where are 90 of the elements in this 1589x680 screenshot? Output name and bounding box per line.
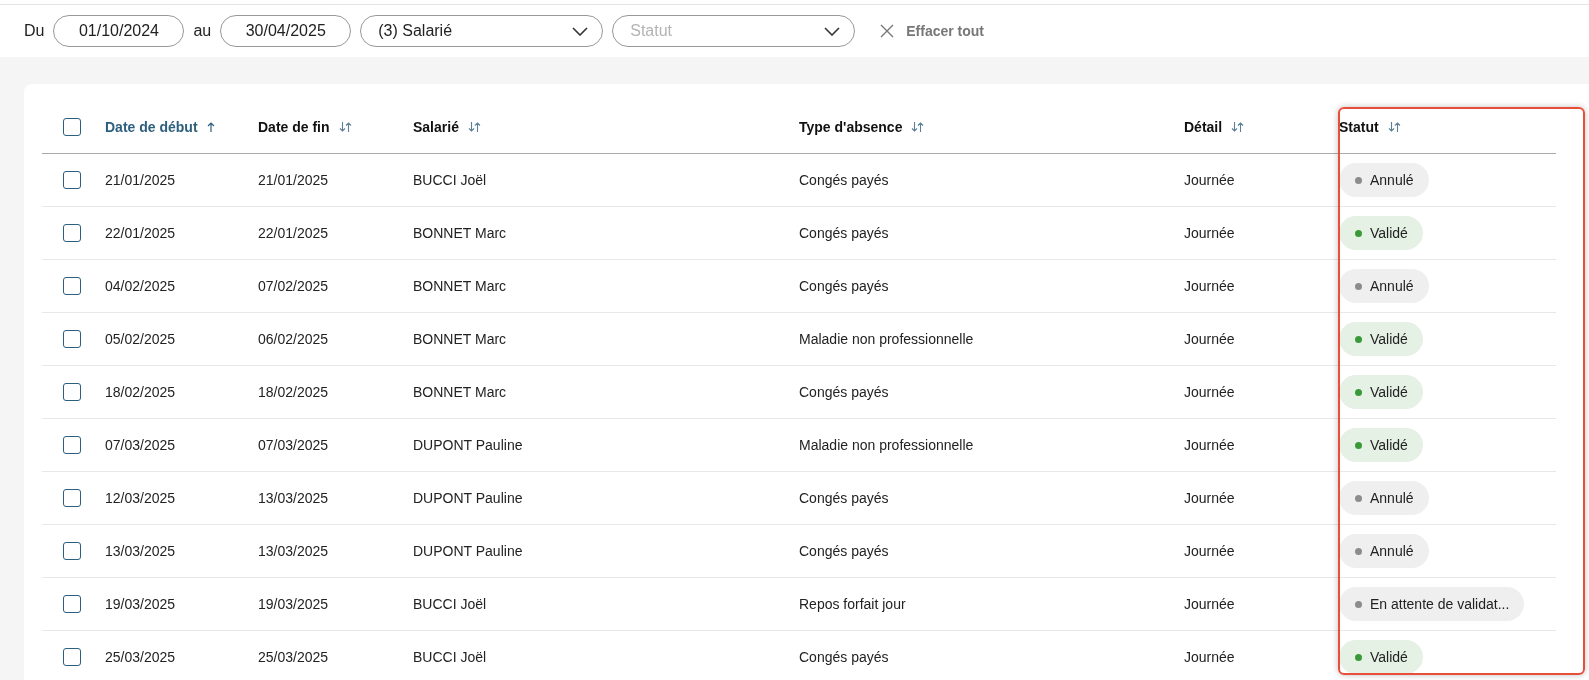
table-cell: Journée: [1184, 437, 1235, 453]
table-cell: 25/03/2025: [258, 649, 329, 665]
status-badge: Annulé: [1339, 534, 1429, 568]
column-header[interactable]: Statut: [1339, 119, 1379, 135]
table-cell: 19/03/2025: [258, 596, 329, 612]
sort-icon: [1387, 122, 1401, 132]
table-cell: BONNET Marc: [413, 278, 507, 294]
table-cell: 06/02/2025: [258, 331, 329, 347]
sort-icon: [338, 122, 352, 132]
checkbox[interactable]: [62, 277, 81, 295]
table-cell: Congés payés: [799, 172, 889, 188]
table-cell: 13/03/2025: [105, 543, 176, 559]
status-badge: Validé: [1339, 428, 1423, 462]
table-cell: Journée: [1184, 490, 1235, 506]
table-cell: 19/03/2025: [105, 596, 176, 612]
table-cell: 07/03/2025: [258, 437, 329, 453]
table-cell: Journée: [1184, 278, 1235, 294]
table-cell: BUCCI Joël: [413, 172, 487, 188]
checkbox[interactable]: [62, 542, 81, 560]
table-cell: BUCCI Joël: [413, 596, 487, 612]
arrow-up-icon: [206, 122, 215, 132]
status-badge: Validé: [1339, 216, 1423, 250]
table-cell: DUPONT Pauline: [413, 543, 523, 559]
table-cell: Repos forfait jour: [799, 596, 906, 612]
checkbox[interactable]: [62, 648, 81, 666]
table-cell: Journée: [1184, 384, 1235, 400]
column-header[interactable]: Salarié: [413, 119, 459, 135]
checkbox[interactable]: [62, 383, 81, 401]
select-placeholder: Statut: [630, 22, 673, 40]
status-badge: Validé: [1339, 640, 1423, 674]
table-cell: Congés payés: [799, 490, 889, 506]
column-header[interactable]: Type d'absence: [799, 119, 903, 135]
checkbox[interactable]: [62, 118, 81, 136]
table-cell: Journée: [1184, 331, 1235, 347]
checkbox[interactable]: [62, 489, 81, 507]
table-cell: 18/02/2025: [105, 384, 176, 400]
table-cell: Congés payés: [799, 225, 889, 241]
table-cell: Journée: [1184, 543, 1235, 559]
table-cell: Congés payés: [799, 278, 889, 294]
table-cell: 13/03/2025: [258, 490, 329, 506]
sort-icon: [1231, 122, 1245, 132]
close-icon: [880, 24, 895, 38]
sort-icon: [911, 122, 925, 132]
status-badge: Validé: [1339, 375, 1423, 409]
table-cell: Journée: [1184, 649, 1235, 665]
column-header[interactable]: Date de fin: [258, 119, 330, 135]
table-cell: 25/03/2025: [105, 649, 176, 665]
table-cell: 21/01/2025: [258, 172, 329, 188]
chevron-down-icon: [572, 26, 589, 36]
checkbox[interactable]: [62, 330, 81, 348]
table-cell: 22/01/2025: [105, 225, 176, 241]
table-cell: BUCCI Joël: [413, 649, 487, 665]
chevron-down-icon: [824, 26, 841, 36]
table-cell: 21/01/2025: [105, 172, 176, 188]
table-cell: Congés payés: [799, 543, 889, 559]
checkbox[interactable]: [62, 224, 81, 242]
table-cell: 22/01/2025: [258, 225, 329, 241]
checkbox[interactable]: [62, 171, 81, 189]
table-cell: 07/02/2025: [258, 278, 329, 294]
status-badge: Annulé: [1339, 269, 1429, 303]
table-cell: Journée: [1184, 225, 1235, 241]
table-cell: Maladie non professionnelle: [799, 331, 974, 347]
table-cell: 04/02/2025: [105, 278, 176, 294]
table-cell: Congés payés: [799, 649, 889, 665]
status-badge: Validé: [1339, 322, 1423, 356]
table-cell: DUPONT Pauline: [413, 490, 523, 506]
column-header[interactable]: Date de début: [105, 119, 198, 135]
status-badge: En attente de validat...: [1339, 587, 1525, 621]
to-label: au: [193, 22, 212, 40]
status-badge: Annulé: [1339, 481, 1429, 515]
status-badge: Annulé: [1339, 163, 1429, 197]
checkbox[interactable]: [62, 436, 81, 454]
table-cell: Journée: [1184, 596, 1235, 612]
table-cell: DUPONT Pauline: [413, 437, 523, 453]
clear-all-button[interactable]: Effacer tout: [880, 23, 985, 39]
table-cell: 13/03/2025: [258, 543, 329, 559]
from-label: Du: [24, 22, 45, 40]
column-header[interactable]: Détail: [1184, 119, 1223, 135]
table-cell: Congés payés: [799, 384, 889, 400]
checkbox[interactable]: [62, 595, 81, 613]
table-cell: 18/02/2025: [258, 384, 329, 400]
table-cell: Journée: [1184, 172, 1235, 188]
sort-icon: [467, 122, 481, 132]
table-cell: 12/03/2025: [105, 490, 176, 506]
table-cell: BONNET Marc: [413, 225, 507, 241]
table-cell: Maladie non professionnelle: [799, 437, 974, 453]
table-cell: BONNET Marc: [413, 384, 507, 400]
table-cell: 07/03/2025: [105, 437, 176, 453]
table-cell: BONNET Marc: [413, 331, 507, 347]
table-cell: 05/02/2025: [105, 331, 176, 347]
